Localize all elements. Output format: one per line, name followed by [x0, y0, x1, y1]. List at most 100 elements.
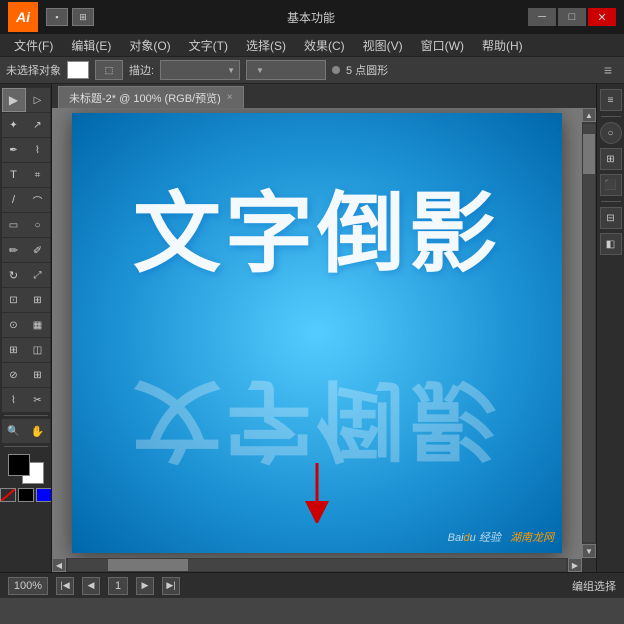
stroke-size-dropdown[interactable]: ▼	[246, 60, 326, 80]
menu-edit[interactable]: 编辑(E)	[63, 35, 119, 56]
tab-bar: 未标题-2* @ 100% (RGB/预览) ×	[52, 84, 596, 108]
rp-stroke-icon[interactable]: ○	[600, 122, 622, 144]
main-area: ▶ ▷ ✦ ↗ ✒ ⌇ T ⌗ / ⌒ ▭ ○ ✏ ✐ ↻ ⤢	[0, 84, 624, 572]
minimize-button[interactable]: ─	[528, 8, 556, 26]
none-swatch[interactable]	[0, 488, 16, 502]
rp-layers-icon[interactable]: ⊞	[600, 148, 622, 170]
rp-transform-icon[interactable]: ◧	[600, 233, 622, 255]
active-tab[interactable]: 未标题-2* @ 100% (RGB/预览) ×	[58, 86, 244, 108]
curvature-tool[interactable]: ⌇	[26, 138, 50, 162]
menu-object[interactable]: 对象(O)	[121, 35, 178, 56]
controlbar: 未选择对象 ⬚ 描边: ▼ ▼ 5 点圆形 ≡	[0, 56, 624, 84]
canvas-column: 未标题-2* @ 100% (RGB/预览) × 文字倒影 文字倒影	[52, 84, 596, 572]
stroke-dropdown[interactable]: ▼	[160, 60, 240, 80]
warp-tool[interactable]: ⊡	[2, 288, 26, 312]
fill-swatch[interactable]	[67, 61, 89, 79]
blend-tool[interactable]: ⌇	[2, 388, 26, 412]
close-button[interactable]: ✕	[588, 8, 616, 26]
direct-select-tool[interactable]: ▷	[26, 88, 50, 112]
rect-tool[interactable]: ▭	[2, 213, 26, 237]
watermark: Baidu 经验 湖南龙网	[448, 529, 554, 545]
foreground-swatch[interactable]	[8, 454, 30, 476]
menu-select[interactable]: 选择(S)	[238, 35, 294, 56]
selection-label: 未选择对象	[6, 62, 61, 78]
settings-icon[interactable]: ≡	[598, 60, 618, 80]
rp-artboards-icon[interactable]: ⬛	[600, 174, 622, 196]
menu-text[interactable]: 文字(T)	[181, 35, 236, 56]
rp-sep-2	[601, 201, 621, 202]
vscroll-thumb[interactable]	[583, 134, 595, 174]
hscroll-track[interactable]	[68, 559, 566, 571]
hscroll-thumb[interactable]	[108, 559, 188, 571]
stroke-dropdown-arrow: ▼	[227, 66, 235, 75]
statusbar: 100% |◀ ◀ 1 ▶ ▶| 编组选择	[0, 572, 624, 598]
magic-wand-tool[interactable]: ✦	[2, 113, 26, 137]
rp-menu-icon[interactable]: ≡	[600, 89, 622, 111]
color-tiny-row	[0, 488, 52, 502]
tab-close-button[interactable]: ×	[227, 92, 233, 103]
arrange-icon: ⊞	[72, 8, 94, 26]
tool-row-3: T ⌗	[2, 163, 50, 187]
menu-effect[interactable]: 效果(C)	[296, 35, 353, 56]
scroll-up-button[interactable]: ▲	[582, 108, 596, 122]
tool-row-9: ⊙ ▦	[2, 313, 50, 337]
nav-prev-button[interactable]: ◀	[82, 577, 100, 595]
tab-title: 未标题-2* @ 100% (RGB/预览)	[69, 90, 221, 106]
select-tool[interactable]: ▶	[2, 88, 26, 112]
lasso-tool[interactable]: ↗	[26, 113, 50, 137]
column-graph-tool[interactable]: ▦	[26, 313, 50, 337]
blue-swatch[interactable]	[36, 488, 52, 502]
pencil-tool[interactable]: ✐	[26, 238, 50, 262]
art-text-top: 文字倒影	[72, 163, 562, 290]
scale-tool[interactable]: ⤢	[26, 263, 50, 287]
arc-tool[interactable]: ⌒	[26, 188, 50, 212]
scroll-down-button[interactable]: ▼	[582, 544, 596, 558]
eyedropper-tool[interactable]: ⊘	[2, 363, 26, 387]
window-controls: ─ □ ✕	[528, 8, 616, 26]
nav-last-button[interactable]: ▶|	[162, 577, 180, 595]
brush-tool[interactable]: ✏	[2, 238, 26, 262]
stroke-label: 描边:	[129, 62, 154, 78]
tool-row-13: 🔍 ✋	[2, 419, 50, 443]
symbol-tool[interactable]: ⊙	[2, 313, 26, 337]
rp-align-icon[interactable]: ⊟	[600, 207, 622, 229]
right-panel: ≡ ○ ⊞ ⬛ ⊟ ◧	[596, 84, 624, 572]
menu-help[interactable]: 帮助(H)	[474, 35, 531, 56]
measure-tool[interactable]: ⊞	[26, 363, 50, 387]
hscrollbar-row: ◀ ▶	[52, 558, 596, 572]
stroke-size-text: 5 点圆形	[346, 62, 388, 78]
vscroll-track[interactable]	[583, 124, 595, 542]
pen-tool[interactable]: ✒	[2, 138, 26, 162]
mesh-tool[interactable]: ⊞	[2, 338, 26, 362]
nav-first-button[interactable]: |◀	[56, 577, 74, 595]
scroll-left-button[interactable]: ◀	[52, 558, 66, 572]
title-icons: ▪ ⊞	[46, 8, 94, 26]
doc-icon: ▪	[46, 8, 68, 26]
zoom-input[interactable]: 100%	[8, 577, 48, 595]
line-tool[interactable]: /	[2, 188, 26, 212]
scroll-right-button[interactable]: ▶	[568, 558, 582, 572]
hand-tool[interactable]: ✋	[26, 419, 50, 443]
menubar: 文件(F) 编辑(E) 对象(O) 文字(T) 选择(S) 效果(C) 视图(V…	[0, 34, 624, 56]
menu-file[interactable]: 文件(F)	[6, 35, 61, 56]
menu-window[interactable]: 窗口(W)	[413, 35, 472, 56]
scissors-tool[interactable]: ✂	[26, 388, 50, 412]
gradient-tool[interactable]: ◫	[26, 338, 50, 362]
page-number-input[interactable]: 1	[108, 577, 128, 595]
tool-row-7: ↻ ⤢	[2, 263, 50, 287]
ai-logo: Ai	[8, 2, 38, 32]
color-area	[2, 454, 50, 502]
ellipse-tool[interactable]: ○	[26, 213, 50, 237]
title-center: 基本功能	[102, 9, 520, 26]
rotate-tool[interactable]: ↻	[2, 263, 26, 287]
zoom-tool[interactable]: 🔍	[2, 419, 26, 443]
free-transform-tool[interactable]: ⊞	[26, 288, 50, 312]
tool-row-10: ⊞ ◫	[2, 338, 50, 362]
menu-view[interactable]: 视图(V)	[355, 35, 411, 56]
black-swatch[interactable]	[18, 488, 34, 502]
nav-next-button[interactable]: ▶	[136, 577, 154, 595]
type-area-tool[interactable]: ⌗	[26, 163, 50, 187]
type-tool[interactable]: T	[2, 163, 26, 187]
stroke-size-label	[251, 64, 254, 76]
maximize-button[interactable]: □	[558, 8, 586, 26]
